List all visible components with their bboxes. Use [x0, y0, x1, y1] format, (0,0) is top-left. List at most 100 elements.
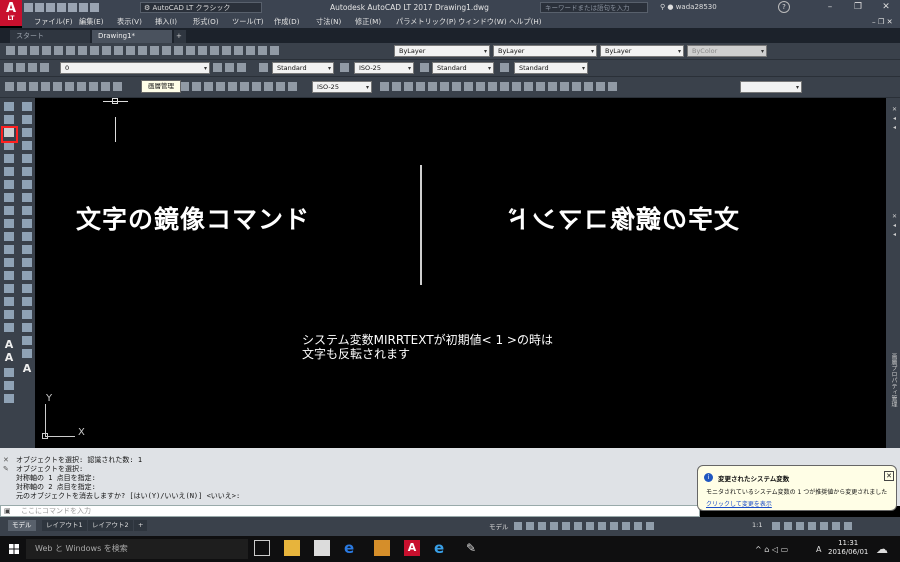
sun-icon[interactable]	[28, 63, 37, 72]
snap-icon[interactable]	[526, 522, 534, 530]
revcloud-icon[interactable]	[89, 82, 98, 91]
polygon-icon[interactable]	[41, 82, 50, 91]
mirrored-text[interactable]: 文字の鏡像コマンド	[505, 200, 739, 236]
drawing-canvas[interactable]	[35, 98, 885, 448]
clean-screen-icon[interactable]	[820, 522, 828, 530]
ellipse-arc-tool-icon[interactable]	[21, 206, 32, 215]
zoom-icon[interactable]	[162, 46, 171, 55]
edge-icon[interactable]: e	[344, 540, 360, 556]
mirrtext-note[interactable]: システム変数MIRRTEXTが初期値< 1 >の時は 文字も反転されます	[302, 333, 553, 361]
grid-tool-icon[interactable]	[21, 349, 32, 358]
layer-properties-icon[interactable]	[4, 63, 13, 72]
cut-icon[interactable]	[78, 46, 87, 55]
menu-edit[interactable]: 編集(E)	[79, 15, 104, 28]
menu-parametric[interactable]: パラメトリック(P)	[396, 15, 456, 28]
find-text-icon[interactable]	[4, 381, 14, 390]
save-icon[interactable]	[30, 46, 39, 55]
spell-check-icon[interactable]	[4, 368, 14, 377]
plus-icon[interactable]	[784, 522, 792, 530]
search-input[interactable]: キーワードまたは語句を入力	[540, 2, 648, 13]
ime-indicator[interactable]: A	[816, 545, 821, 554]
point-tool-icon[interactable]	[21, 245, 32, 254]
publish-icon[interactable]	[66, 46, 75, 55]
help-button[interactable]: ?	[778, 1, 790, 13]
annotation-visibility-icon[interactable]	[622, 522, 630, 530]
table-icon[interactable]	[228, 82, 237, 91]
snap-none-icon[interactable]	[512, 82, 521, 91]
transparency-icon[interactable]	[598, 522, 606, 530]
erase-tool-icon[interactable]	[4, 115, 14, 124]
polar-icon[interactable]	[550, 522, 558, 530]
measure-tool-icon[interactable]	[21, 336, 32, 345]
hardware-accel-icon[interactable]	[808, 522, 816, 530]
menu-help[interactable]: ヘルプ(H)	[509, 15, 542, 28]
polygon-tool-icon[interactable]	[21, 115, 32, 124]
make-block-tool-icon[interactable]	[21, 232, 32, 241]
model-space-button[interactable]: モデル	[489, 521, 509, 531]
annotation-scale[interactable]: 1:1	[752, 521, 762, 529]
taskbar-search[interactable]: Web と Windows を検索	[26, 539, 248, 559]
undo-icon[interactable]	[126, 46, 135, 55]
layer-previous-icon[interactable]	[225, 63, 234, 72]
array-tool-icon[interactable]	[4, 154, 14, 163]
restore-button[interactable]: ❐	[844, 0, 872, 15]
color-dropdown[interactable]: ByLayer ▾	[394, 45, 490, 57]
minimize-button[interactable]: –	[816, 0, 844, 15]
paint-icon[interactable]: ✎	[466, 540, 482, 556]
render-icon[interactable]	[548, 82, 557, 91]
ucs-icon[interactable]	[596, 82, 605, 91]
mtext-icon[interactable]	[240, 82, 249, 91]
lock-icon[interactable]	[40, 63, 49, 72]
lineweight-icon[interactable]	[586, 522, 594, 530]
ie-icon[interactable]: e	[434, 540, 450, 556]
table-tool-icon[interactable]	[21, 284, 32, 293]
properties-icon[interactable]	[198, 46, 207, 55]
join-tool-icon[interactable]	[4, 258, 14, 267]
text-style-icon[interactable]	[259, 63, 268, 72]
viewport-icon[interactable]	[572, 82, 581, 91]
chamfer-tool-icon[interactable]	[4, 271, 14, 280]
tab-model[interactable]: モデル	[8, 520, 36, 531]
user-account[interactable]: ⚲ ● wada28530	[660, 2, 717, 13]
design-center-icon[interactable]	[210, 46, 219, 55]
dim-arc-icon[interactable]	[276, 82, 285, 91]
markup-icon[interactable]	[246, 46, 255, 55]
rotate-tool-icon[interactable]	[4, 180, 14, 189]
menu-dimension[interactable]: 寸法(N)	[316, 15, 341, 28]
undo-icon[interactable]	[79, 3, 88, 12]
rectangle-icon[interactable]	[53, 82, 62, 91]
menu-tools[interactable]: ツール(T)	[232, 15, 264, 28]
save-as-icon[interactable]	[57, 3, 66, 12]
workspaces-icon[interactable]	[608, 82, 617, 91]
polyline-icon[interactable]	[29, 82, 38, 91]
snap-node-icon[interactable]	[488, 82, 497, 91]
new-file-icon[interactable]	[24, 3, 33, 12]
named-views-icon[interactable]	[584, 82, 593, 91]
preview-icon[interactable]	[54, 46, 63, 55]
boundary-tool-icon[interactable]	[21, 297, 32, 306]
snap-nearest-icon[interactable]	[500, 82, 509, 91]
save-icon[interactable]	[46, 3, 55, 12]
notification-balloon[interactable]: i 変更されたシステム変数 ✕ モニタされているシステム変数の 1 つが推奨値か…	[697, 465, 897, 511]
stretch-tool-icon[interactable]	[4, 206, 14, 215]
pan-icon[interactable]	[150, 46, 159, 55]
lightbulb-icon[interactable]	[16, 63, 25, 72]
media-player-icon[interactable]	[374, 540, 390, 556]
layout-icon[interactable]	[560, 82, 569, 91]
region-tool-icon[interactable]	[21, 271, 32, 280]
menu-modify[interactable]: 修正(M)	[355, 15, 381, 28]
file-explorer-icon[interactable]	[284, 540, 300, 556]
mtext-tool-a[interactable]: A	[18, 362, 36, 375]
layer-match-icon[interactable]	[237, 63, 246, 72]
redo-icon[interactable]	[138, 46, 147, 55]
layer-dropdown[interactable]: 0 ▾	[60, 62, 210, 74]
system-tray-icons[interactable]: ^ ⌂ ◁ ▭	[755, 545, 788, 554]
dim-style-dropdown-2[interactable]: ISO-25 ▾	[312, 81, 372, 93]
scale-tool-icon[interactable]	[4, 193, 14, 202]
annotation-scale-icon[interactable]	[646, 522, 654, 530]
point-icon[interactable]	[192, 82, 201, 91]
dim-linear-icon[interactable]	[252, 82, 261, 91]
region-icon[interactable]	[216, 82, 225, 91]
text-style-dropdown[interactable]: Standard ▾	[272, 62, 334, 74]
divide-tool-icon[interactable]	[21, 323, 32, 332]
